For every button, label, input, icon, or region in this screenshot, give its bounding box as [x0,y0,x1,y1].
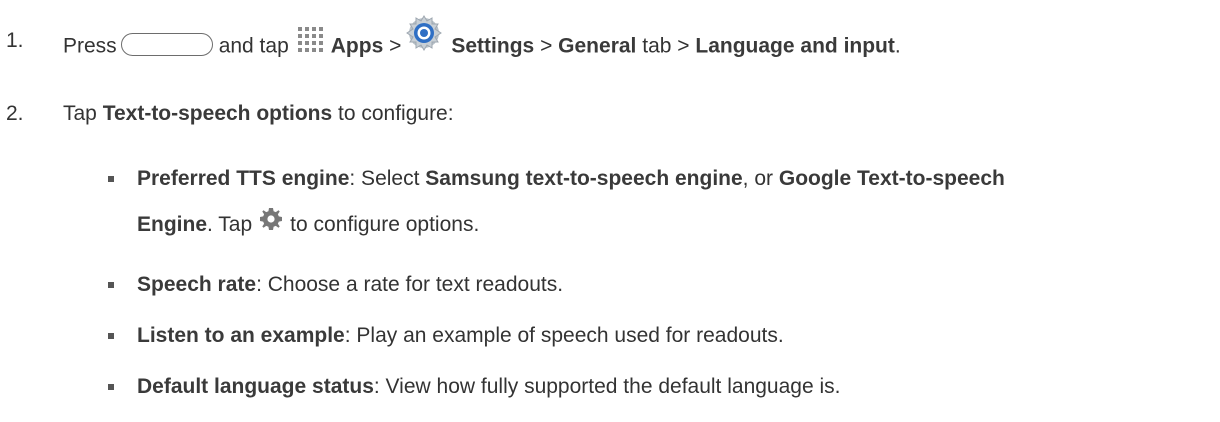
settings-icon [405,14,443,52]
apps-grid-dot [297,27,302,31]
apps-grid-dot [297,34,302,38]
settings-label: Settings [451,34,535,58]
language-input-label: Language and input [695,34,895,58]
step-text: Press and tap Apps > Settings > General ta… [63,15,901,66]
gear-icon [260,208,283,231]
option-text: Default language status: View how fully … [137,375,841,398]
apps-grid-dot [311,48,316,52]
option-title: Speech rate [137,273,257,296]
step-number: 1. [6,29,24,52]
apps-grid-dot [318,41,323,45]
apps-grid-dot [297,41,302,45]
apps-grid-dot [311,27,316,31]
option-text-line-1: Preferred TTS engine: Select Samsung tex… [137,167,1005,190]
apps-grid-dot [304,41,309,45]
apps-grid-dot [304,27,309,31]
option-text-line-2: Engine. Tap to configure options. [137,208,479,238]
apps-grid-dot [304,48,309,52]
home-button-icon [120,32,213,56]
bullet-icon [108,282,114,288]
apps-grid-dot [304,34,309,38]
option-title: Default language status [137,375,374,398]
apps-grid-dot [318,48,323,52]
option-text: Speech rate: Choose a rate for text read… [137,273,564,296]
step-text: Tap Text-to-speech options to configure: [63,102,454,125]
general-label: General [558,34,637,58]
apps-label: Apps [330,34,384,58]
apps-grid-dot [311,41,316,45]
step-number: 2. [6,102,24,125]
apps-grid-dot [297,48,302,52]
apps-grid-dot [318,34,323,38]
apps-grid-dot [311,34,316,38]
apps-icon [297,26,326,54]
apps-grid-dot [318,27,323,31]
bullet-icon [108,176,114,182]
option-title: Listen to an example [137,324,345,347]
tts-options-label: Text-to-speech options [102,102,333,125]
bullet-icon [108,384,114,390]
bullet-icon [108,333,114,339]
option-text: Listen to an example: Play an example of… [137,324,784,347]
option-title: Preferred TTS engine [137,167,350,190]
